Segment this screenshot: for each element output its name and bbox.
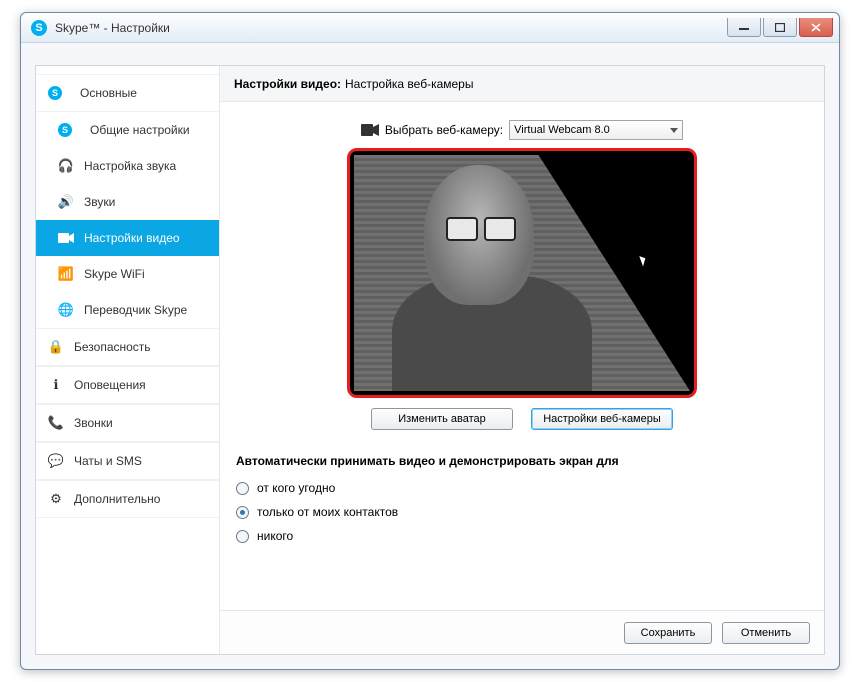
sidebar-item-sounds[interactable]: 🔊 Звуки (36, 184, 219, 220)
skype-icon: S (48, 86, 62, 100)
sidebar-item-label: Переводчик Skype (84, 303, 187, 317)
minimize-button[interactable] (727, 18, 761, 37)
preview-buttons: Изменить аватар Настройки веб-камеры (234, 408, 810, 430)
maximize-icon (775, 23, 785, 32)
lock-icon: 🔒 (48, 339, 64, 355)
speaker-icon: 🔊 (58, 194, 74, 210)
footer: Сохранить Отменить (220, 610, 824, 654)
wifi-icon: 📶 (58, 266, 74, 282)
minimize-icon (739, 23, 749, 31)
webcam-select-row: Выбрать веб-камеру: Virtual Webcam 8.0 (234, 120, 810, 140)
sidebar-item-audio[interactable]: 🎧 Настройка звука (36, 148, 219, 184)
radio-icon (236, 506, 249, 519)
webcam-preview-highlight (347, 148, 697, 398)
sidebar-item-chats[interactable]: 💬 Чаты и SMS (36, 442, 219, 480)
sidebar-item-label: Общие настройки (90, 123, 190, 137)
sidebar-item-advanced[interactable]: ⚙ Дополнительно (36, 480, 219, 518)
radio-label: никого (257, 529, 293, 543)
sidebar-item-notifications[interactable]: ℹ Оповещения (36, 366, 219, 404)
panel-body: Выбрать веб-камеру: Virtual Webcam 8.0 (220, 102, 824, 654)
sidebar-item-security[interactable]: 🔒 Безопасность (36, 328, 219, 366)
radio-anyone[interactable]: от кого угодно (236, 476, 810, 500)
panel-header: Настройки видео: Настройка веб-камеры (220, 66, 824, 102)
info-icon: ℹ (48, 377, 64, 393)
sidebar-item-label: Чаты и SMS (74, 454, 142, 468)
sidebar-item-wifi[interactable]: 📶 Skype WiFi (36, 256, 219, 292)
radio-nobody[interactable]: никого (236, 524, 810, 548)
panel-title-rest: Настройка веб-камеры (345, 77, 473, 91)
globe-icon: 🌐 (58, 302, 74, 318)
sidebar-item-label: Безопасность (74, 340, 151, 354)
webcam-preview (354, 155, 690, 391)
sidebar-item-label: Skype WiFi (84, 267, 145, 281)
webcam-dropdown[interactable]: Virtual Webcam 8.0 (509, 120, 683, 140)
sidebar-item-label: Основные (80, 86, 137, 100)
sidebar-item-translator[interactable]: 🌐 Переводчик Skype (36, 292, 219, 328)
panel-title-bold: Настройки видео: (234, 77, 341, 91)
chevron-down-icon (670, 128, 678, 133)
radio-label: от кого угодно (257, 481, 335, 495)
maximize-button[interactable] (763, 18, 797, 37)
skype-icon: S (31, 20, 47, 36)
webcam-dropdown-value: Virtual Webcam 8.0 (514, 124, 610, 136)
save-button[interactable]: Сохранить (624, 622, 712, 644)
auto-accept-title: Автоматически принимать видео и демонстр… (236, 454, 810, 468)
radio-label: только от моих контактов (257, 505, 398, 519)
chat-icon: 💬 (48, 453, 64, 469)
window-title: Skype™ - Настройки (55, 21, 170, 35)
webcam-settings-button[interactable]: Настройки веб-камеры (531, 408, 673, 430)
settings-window: S Skype™ - Настройки S Основные S Общие … (20, 12, 840, 670)
close-button[interactable] (799, 18, 833, 37)
radio-icon (236, 530, 249, 543)
title-bar[interactable]: S Skype™ - Настройки (21, 13, 839, 43)
content-area: S Основные S Общие настройки 🎧 Настройка… (35, 65, 825, 655)
radio-contacts[interactable]: только от моих контактов (236, 500, 810, 524)
sidebar-item-label: Дополнительно (74, 492, 160, 506)
sidebar-item-label: Настройки видео (84, 231, 180, 245)
camera-icon (361, 124, 379, 136)
sidebar-item-label: Оповещения (74, 378, 146, 392)
camera-icon (58, 230, 74, 246)
headset-icon: 🎧 (58, 158, 74, 174)
auto-accept-group: от кого угодно только от моих контактов … (236, 476, 810, 548)
radio-icon (236, 482, 249, 495)
sidebar-item-general[interactable]: S Основные (36, 74, 219, 112)
gear-icon: ⚙ (48, 491, 64, 507)
cancel-button[interactable]: Отменить (722, 622, 810, 644)
main-panel: Настройки видео: Настройка веб-камеры Вы… (220, 66, 824, 654)
change-avatar-button[interactable]: Изменить аватар (371, 408, 513, 430)
sidebar-item-video[interactable]: Настройки видео (36, 220, 219, 256)
sidebar: S Основные S Общие настройки 🎧 Настройка… (36, 66, 220, 654)
sidebar-item-label: Звонки (74, 416, 113, 430)
sidebar-item-label: Настройка звука (84, 159, 176, 173)
webcam-select-label: Выбрать веб-камеру: (385, 123, 503, 137)
window-controls (727, 18, 833, 37)
close-icon (811, 23, 821, 32)
sidebar-item-label: Звуки (84, 195, 115, 209)
sidebar-item-general-settings[interactable]: S Общие настройки (36, 112, 219, 148)
phone-icon: 📞 (48, 415, 64, 431)
sidebar-item-calls[interactable]: 📞 Звонки (36, 404, 219, 442)
skype-icon: S (58, 123, 72, 137)
